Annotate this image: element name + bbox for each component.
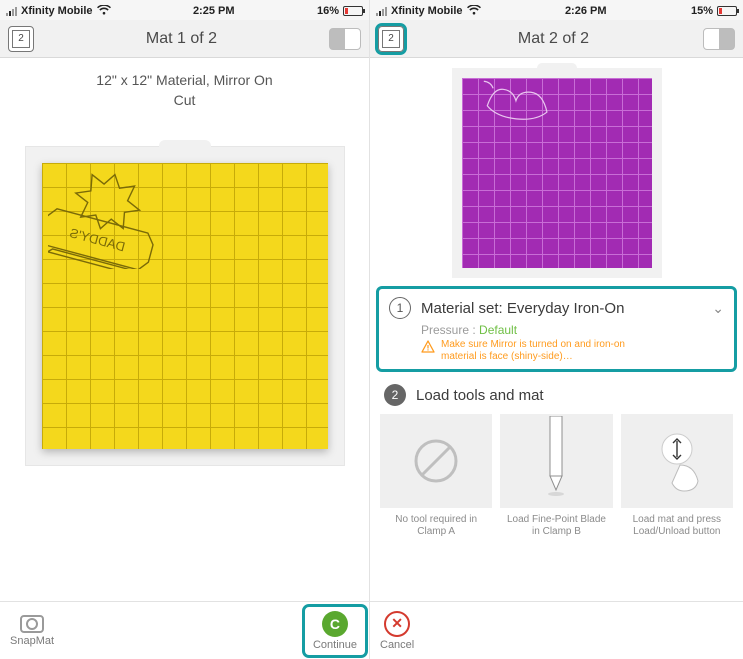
mat-preview[interactable] xyxy=(452,68,662,278)
mat-selector-button[interactable]: 2 xyxy=(8,26,34,52)
mat-preview[interactable]: DADDY'S xyxy=(25,146,345,466)
load-button-icon xyxy=(621,414,733,508)
step-2-title: Load tools and mat xyxy=(416,387,729,404)
continue-icon: C xyxy=(322,611,348,637)
no-tool-icon xyxy=(380,414,492,508)
step-2-load: 2 Load tools and mat xyxy=(384,384,729,406)
design-outline xyxy=(464,80,554,120)
step-1-title: Material set: Everyday Iron-On xyxy=(421,300,702,317)
chevron-down-icon[interactable]: ⌄ xyxy=(712,300,724,317)
carrier-label: Xfinity Mobile xyxy=(391,5,463,17)
battery-percent: 15% xyxy=(691,5,713,17)
tool-caption: No tool required in Clamp A xyxy=(380,514,492,538)
cancel-label: Cancel xyxy=(380,639,414,651)
warning-icon xyxy=(421,340,435,359)
mirror-toggle[interactable] xyxy=(329,28,361,50)
continue-button[interactable]: C Continue xyxy=(305,607,365,655)
design-outline: DADDY'S xyxy=(48,169,158,269)
tool-caption: Load mat and press Load/Unload button xyxy=(621,514,733,538)
step-number-1: 1 xyxy=(389,297,411,319)
make-panel: 1 Material set: Everyday Iron-On ⌄ Press… xyxy=(370,58,743,659)
cancel-icon: ✕ xyxy=(384,611,410,637)
clock: 2:26 PM xyxy=(565,5,607,17)
header-bar: 2 Mat 1 of 2 xyxy=(0,20,369,58)
mat-count-badge: 2 xyxy=(382,30,400,48)
signal-icon xyxy=(376,7,387,16)
battery-icon xyxy=(717,6,737,16)
mat-selector-button[interactable]: 2 xyxy=(378,26,404,52)
snapmat-button[interactable]: SnapMat xyxy=(10,615,54,647)
continue-label: Continue xyxy=(313,639,357,651)
cancel-button[interactable]: ✕ Cancel xyxy=(380,611,414,651)
carrier-label: Xfinity Mobile xyxy=(21,5,93,17)
bottom-toolbar: SnapMat C Continue xyxy=(0,601,369,659)
mat-preview-panel: 12" x 12" Material, Mirror On Cut DADDY'… xyxy=(0,58,369,601)
wifi-icon xyxy=(97,5,111,18)
page-title: Mat 2 of 2 xyxy=(518,30,589,48)
phone-right: Xfinity Mobile 2:26 PM 15% 2 Mat 2 of 2 xyxy=(370,0,743,659)
page-title: Mat 1 of 2 xyxy=(146,30,217,48)
material-info: 12" x 12" Material, Mirror On xyxy=(8,72,361,88)
camera-icon xyxy=(20,615,44,633)
battery-icon xyxy=(343,6,363,16)
clock: 2:25 PM xyxy=(193,5,235,17)
tool-card-clamp-a: No tool required in Clamp A xyxy=(380,414,492,538)
step-1-material[interactable]: 1 Material set: Everyday Iron-On ⌄ Press… xyxy=(376,286,737,372)
pressure-value[interactable]: Default xyxy=(479,323,517,337)
status-bar: Xfinity Mobile 2:26 PM 15% xyxy=(370,0,743,20)
svg-text:DADDY'S: DADDY'S xyxy=(67,225,126,254)
tool-card-load: Load mat and press Load/Unload button xyxy=(621,414,733,538)
mirror-toggle[interactable] xyxy=(703,28,735,50)
signal-icon xyxy=(6,7,17,16)
operation-info: Cut xyxy=(8,92,361,108)
mat-count-badge: 2 xyxy=(12,30,30,48)
status-bar: Xfinity Mobile 2:25 PM 16% xyxy=(0,0,369,20)
blade-icon xyxy=(500,414,612,508)
tool-card-clamp-b: Load Fine-Point Blade in Clamp B xyxy=(500,414,612,538)
tool-caption: Load Fine-Point Blade in Clamp B xyxy=(500,514,612,538)
wifi-icon xyxy=(467,5,481,18)
battery-percent: 16% xyxy=(317,5,339,17)
snapmat-label: SnapMat xyxy=(10,635,54,647)
pressure-label: Pressure : xyxy=(421,323,476,337)
phone-left: Xfinity Mobile 2:25 PM 16% 2 Mat 1 of 2 … xyxy=(0,0,370,659)
mirror-warning-text: Make sure Mirror is turned on and iron-o… xyxy=(441,339,626,363)
tools-row: No tool required in Clamp A Load Fine-Po… xyxy=(370,414,743,538)
header-bar: 2 Mat 2 of 2 xyxy=(370,20,743,58)
bottom-toolbar: ✕ Cancel xyxy=(370,601,743,659)
step-number-2: 2 xyxy=(384,384,406,406)
